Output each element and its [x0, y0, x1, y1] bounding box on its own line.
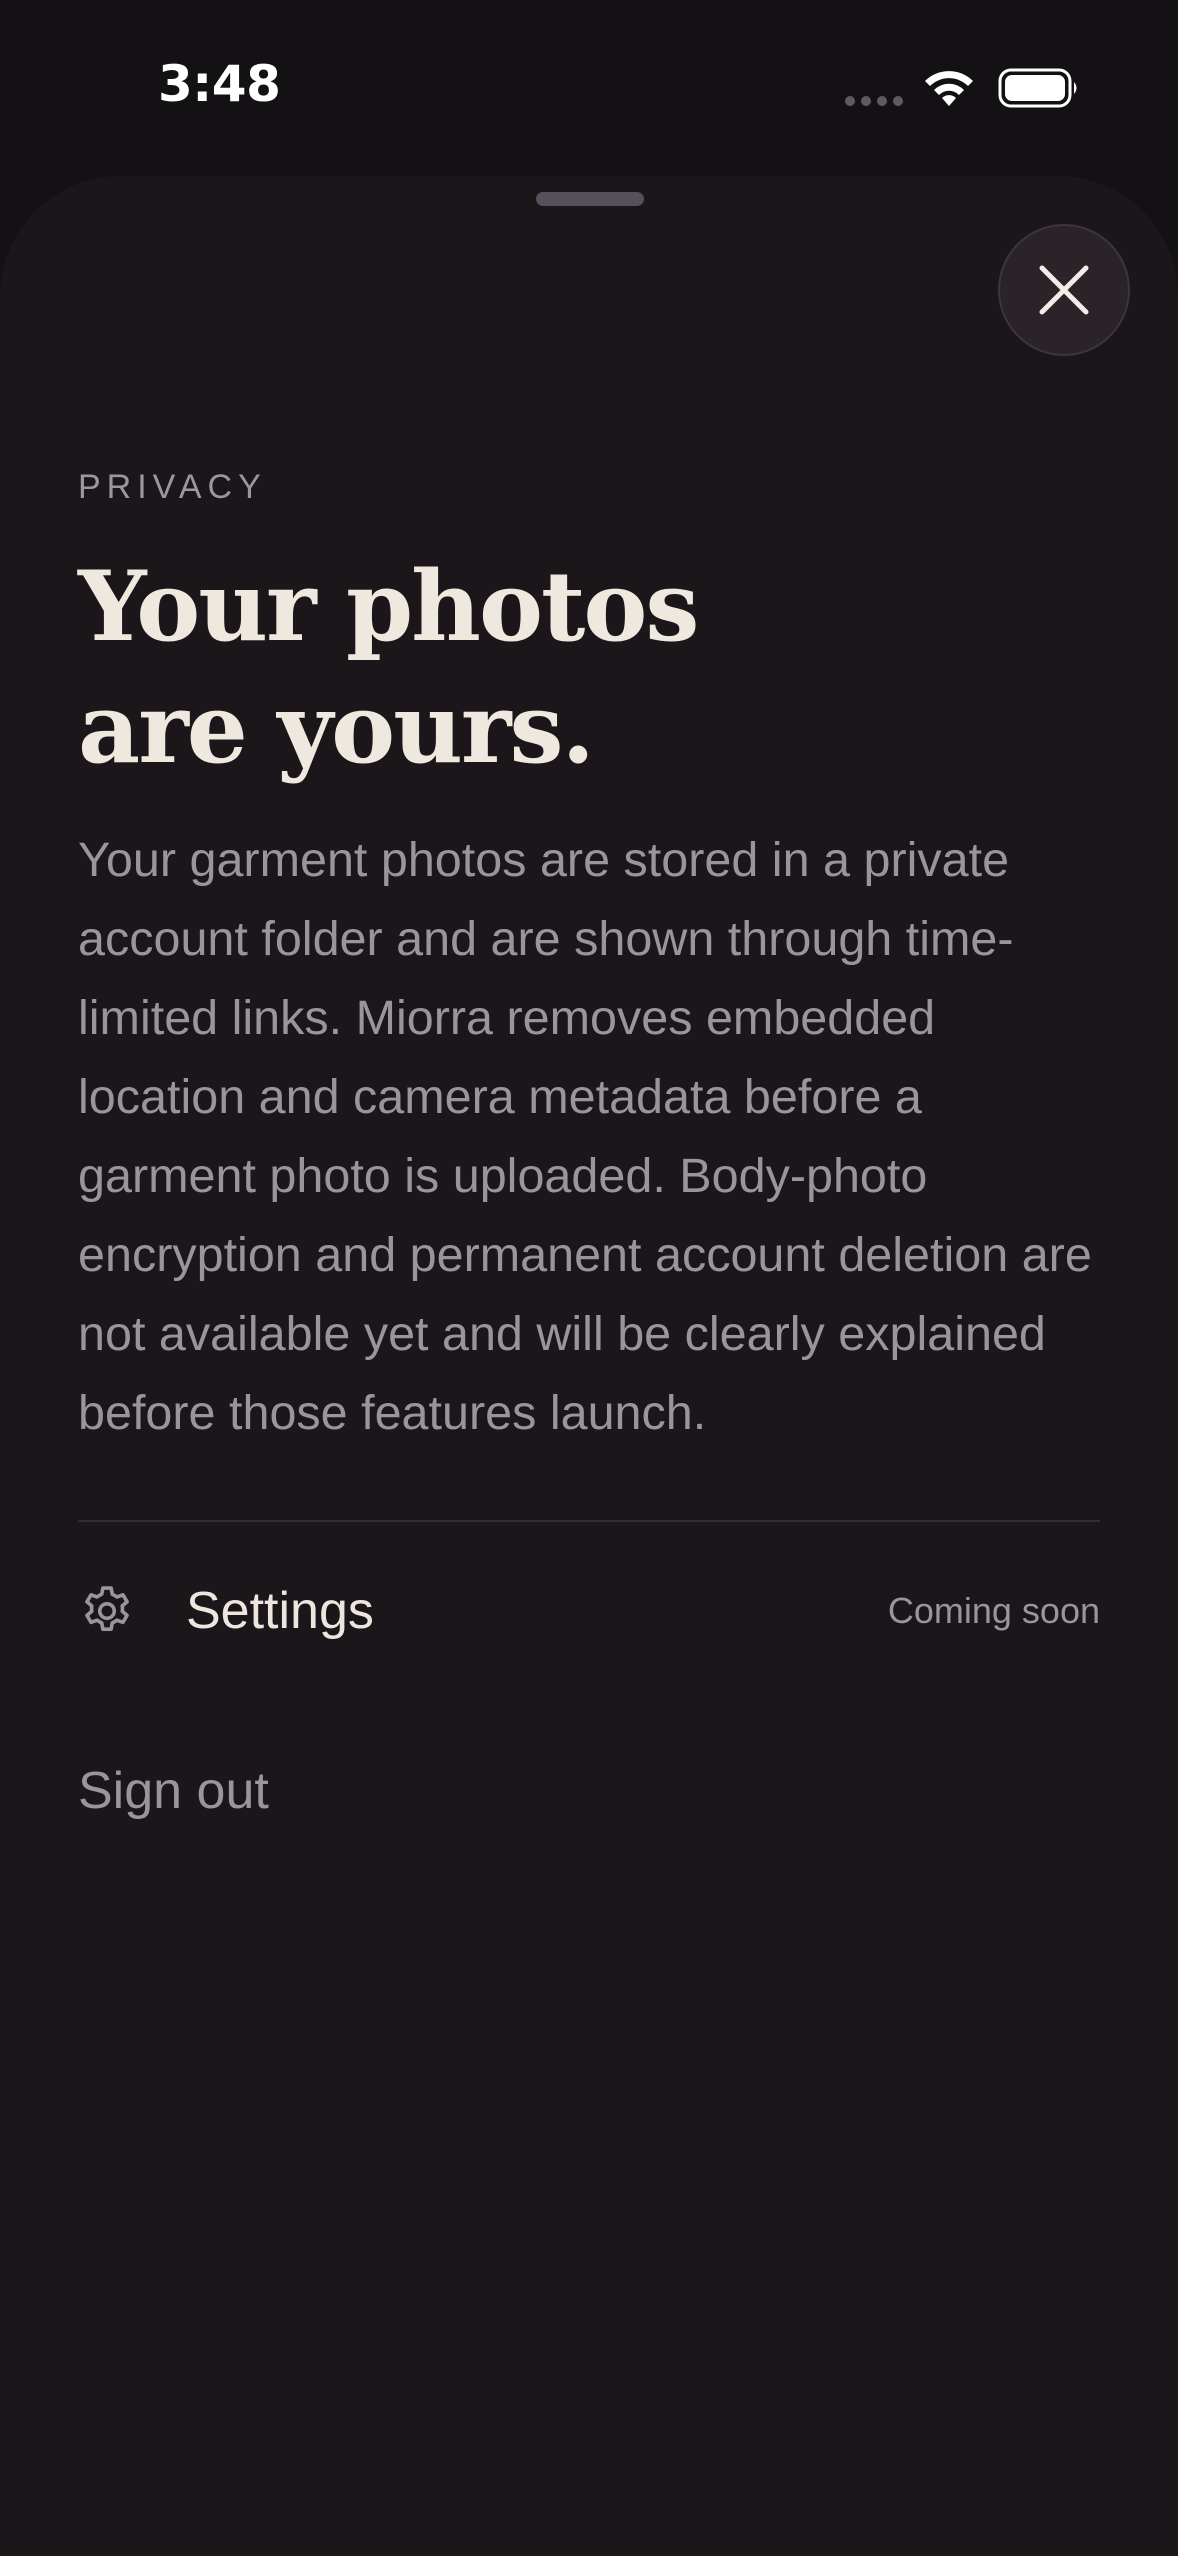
close-icon: [1039, 265, 1089, 315]
wifi-icon: [925, 71, 973, 106]
settings-label: Settings: [186, 1582, 374, 1640]
section-eyebrow: PRIVACY: [78, 468, 267, 506]
close-button[interactable]: [998, 224, 1130, 356]
signal-dots-icon: [845, 96, 903, 106]
status-time: 3:48: [158, 55, 281, 113]
gear-icon: [85, 1586, 129, 1631]
privacy-description: Your garment photos are stored in a priv…: [78, 833, 1092, 1440]
sheet-drag-handle[interactable]: [536, 192, 644, 206]
coming-soon-badge: Coming soon: [887, 1590, 1100, 1631]
page-title: Your photos are yours.: [78, 546, 978, 790]
sign-out-button[interactable]: Sign out: [78, 1761, 269, 1821]
divider: [78, 1520, 1100, 1522]
privacy-sheet: PRIVACY Your photos are yours. Your garm…: [0, 176, 1178, 2556]
page-title-line-2: are yours.: [78, 672, 595, 785]
battery-icon: [998, 68, 1077, 108]
settings-row[interactable]: Settings Coming soon: [78, 1556, 1100, 1666]
page-title-line-1: Your photos: [78, 550, 699, 663]
status-bar: 3:48: [0, 0, 1178, 175]
